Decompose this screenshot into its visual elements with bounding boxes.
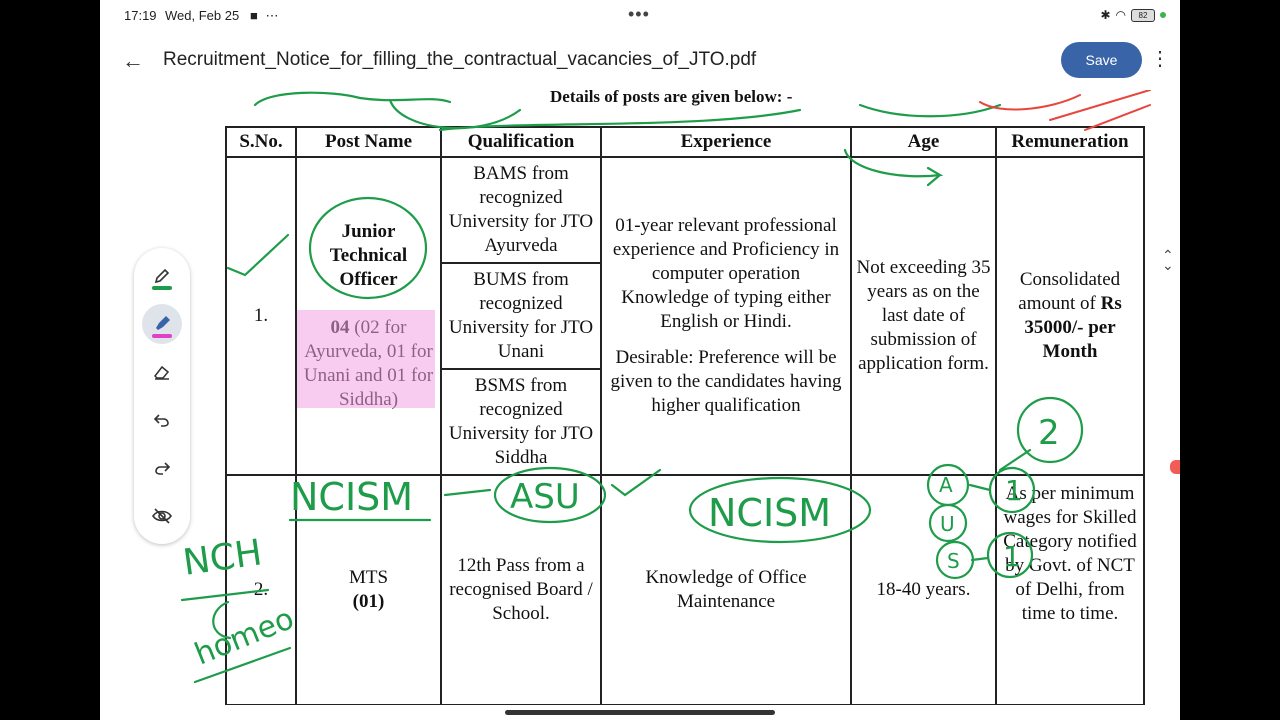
side-indicator: [1170, 460, 1180, 474]
table-row: 2. MTS (01) 12th Pass from a recognised …: [225, 474, 1145, 705]
ink-stroke-red: [1049, 90, 1151, 121]
row1-post-count-detail: (02 for Ayurveda, 01 for Unani and 01 fo…: [303, 317, 434, 410]
row2-remuneration: As per minimum wages for Skilled Categor…: [995, 474, 1145, 705]
app-bar: ← Recruitment_Notice_for_filling_the_con…: [100, 32, 1180, 90]
row1-age: Not exceeding 35 years as on the last da…: [850, 156, 997, 476]
row1-sno: 1.: [225, 156, 297, 476]
ink-stroke: [253, 91, 452, 107]
gesture-bar[interactable]: [505, 710, 775, 715]
posts-heading: Details of posts are given below: -: [550, 90, 793, 106]
multitask-dots-icon[interactable]: •••: [628, 4, 650, 25]
header-qualification: Qualification: [440, 126, 602, 158]
privacy-dot-icon: [1160, 12, 1166, 18]
row1-qualification-unani: BUMS from recognized University for JTO …: [440, 262, 602, 370]
pen-icon[interactable]: [142, 256, 182, 296]
ink-stroke: [858, 103, 1002, 118]
row1-experience: 01-year relevant professional experience…: [600, 156, 852, 476]
status-bar: 17:19 Wed, Feb 25 ■ ⋯ ••• ✱ ◠ 82: [100, 0, 1180, 32]
header-post-name: Post Name: [295, 126, 442, 158]
row1-experience-main: 01-year relevant professional experience…: [612, 215, 840, 332]
table-header-row: S.No. Post Name Qualification Experience…: [225, 126, 1145, 158]
row1-remuneration: Consolidated amount of Rs 35000/- per Mo…: [995, 156, 1145, 476]
save-button[interactable]: Save: [1061, 42, 1142, 78]
table-row: 1. Junior Technical Officer 04 (02 for A…: [225, 156, 1145, 476]
row2-post-title: MTS: [348, 567, 389, 588]
status-right: ✱ ◠ 82: [1100, 8, 1166, 22]
status-date: Wed, Feb 25: [165, 8, 240, 23]
pdf-viewer-screen: 17:19 Wed, Feb 25 ■ ⋯ ••• ✱ ◠ 82 ← Recru…: [100, 0, 1180, 720]
bluetooth-icon: ✱: [1100, 8, 1111, 22]
battery-icon: 82: [1131, 8, 1155, 22]
ink-stroke-red: [979, 94, 1081, 111]
row1-post-title: Junior Technical Officer: [329, 221, 408, 290]
hide-annotations-icon[interactable]: [142, 496, 182, 536]
more-options-icon[interactable]: ⋮: [1150, 46, 1170, 71]
header-age: Age: [850, 126, 997, 158]
pen-toolbar: [134, 248, 190, 544]
header-sno: S.No.: [225, 126, 297, 158]
row2-post-count: (01): [352, 591, 385, 612]
pen-color-swatch: [152, 286, 172, 290]
header-remuneration: Remuneration: [995, 126, 1145, 158]
highlighter-color-swatch: [152, 334, 172, 338]
eraser-icon[interactable]: [142, 352, 182, 392]
row2-qualification: 12th Pass from a recognised Board / Scho…: [440, 474, 602, 705]
row1-qualification-siddha: BSMS from recognized University for JTO …: [440, 368, 602, 476]
status-time: 17:19: [124, 8, 157, 23]
row1-experience-desirable: Desirable: Preference will be given to t…: [610, 347, 842, 416]
redo-icon[interactable]: [142, 448, 182, 488]
back-arrow-icon[interactable]: ←: [122, 48, 144, 74]
ink-stroke: [388, 98, 522, 130]
row1-qualification-ayurveda: BAMS from recognized University for JTO …: [440, 156, 602, 264]
header-experience: Experience: [600, 126, 852, 158]
scroll-handle-icon[interactable]: ⌃ ⌄: [1162, 248, 1174, 272]
notification-icons: ■ ⋯: [250, 8, 281, 23]
posts-table: S.No. Post Name Qualification Experience…: [225, 126, 1145, 705]
row1-post-count-bold: 04: [330, 317, 350, 338]
row2-age: 18-40 years.: [850, 474, 997, 705]
wifi-icon: ◠: [1115, 8, 1126, 22]
row1-post-count: 04 (02 for Ayurveda, 01 for Unani and 01…: [301, 316, 436, 412]
highlighter-icon[interactable]: [142, 304, 182, 344]
row1-post-name: Junior Technical Officer 04 (02 for Ayur…: [295, 156, 442, 476]
row2-post-name: MTS (01): [295, 474, 442, 705]
undo-icon[interactable]: [142, 400, 182, 440]
row2-sno: 2.: [225, 474, 297, 705]
document-title: Recruitment_Notice_for_filling_the_contr…: [163, 49, 757, 70]
pdf-page[interactable]: Details of posts are given below: - S.No…: [100, 90, 1180, 705]
row2-experience: Knowledge of Office Maintenance: [600, 474, 852, 705]
